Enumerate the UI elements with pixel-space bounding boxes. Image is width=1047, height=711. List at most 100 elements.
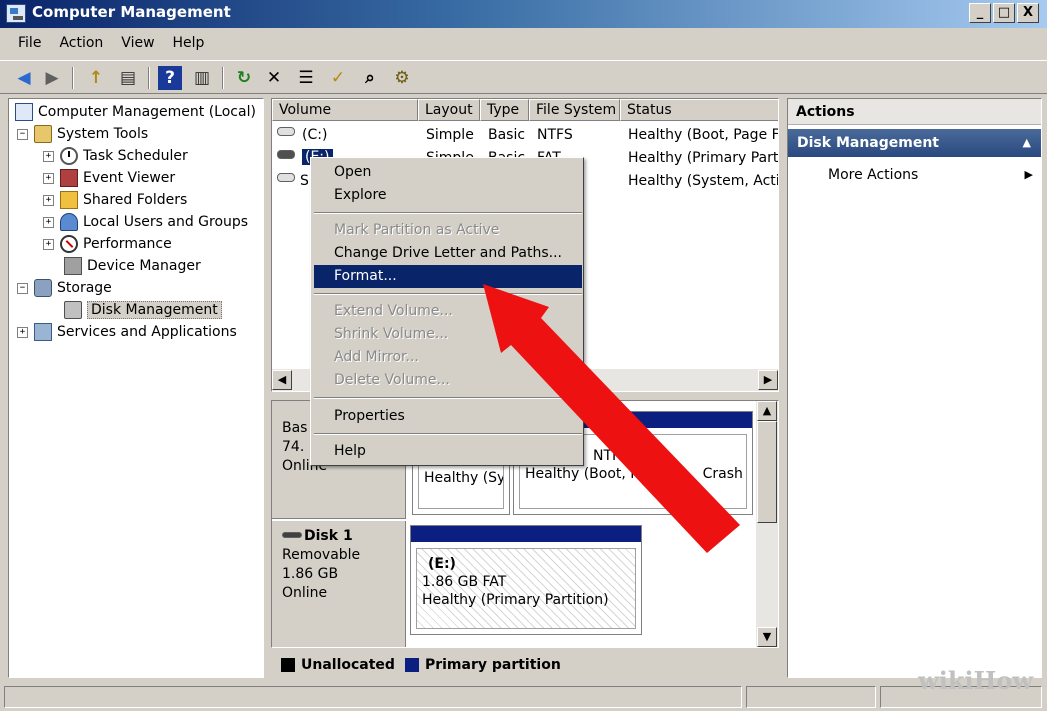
removable-drive-icon [282, 532, 302, 538]
column-header-status[interactable]: Status [620, 99, 778, 121]
more-actions-item[interactable]: More Actions ▶ [828, 167, 1033, 183]
tree-item-label: Storage [57, 280, 112, 296]
delete-icon[interactable]: ✕ [262, 66, 286, 90]
status-segment [4, 686, 742, 708]
wikihow-watermark: wikiHow [918, 666, 1033, 695]
tree-item-local-users[interactable]: + Local Users and Groups [43, 212, 248, 232]
show-hide-pane-icon[interactable]: ▥ [190, 66, 214, 90]
scroll-down-button[interactable]: ▼ [757, 627, 777, 647]
tree-item-performance[interactable]: + Performance [43, 234, 172, 254]
menu-file[interactable]: File [0, 35, 50, 51]
scroll-up-button[interactable]: ▲ [757, 401, 777, 421]
submenu-arrow-icon: ▶ [1024, 168, 1033, 181]
expand-icon[interactable]: + [43, 194, 54, 206]
scroll-right-button[interactable]: ▶ [758, 370, 778, 390]
menu-item-open[interactable]: Open [314, 161, 582, 184]
tree-item-task-scheduler[interactable]: + Task Scheduler [43, 146, 188, 166]
drive-icon [277, 173, 295, 182]
tree-item-label: Services and Applications [57, 324, 237, 340]
disk-1-status: Online [282, 585, 328, 601]
tree-item-device-manager[interactable]: Device Manager [64, 256, 201, 276]
tree-item-label: Event Viewer [83, 170, 176, 186]
disk-1-info[interactable]: Disk 1 Removable 1.86 GB Online [272, 521, 406, 647]
tree-item-shared-folders[interactable]: + Shared Folders [43, 190, 187, 210]
menu-action[interactable]: Action [50, 35, 112, 51]
export-list-icon[interactable]: ☰ [294, 66, 318, 90]
legend-unallocated: Unallocated [301, 656, 395, 673]
menu-item-mark-active: Mark Partition as Active [334, 222, 500, 238]
menu-item-help[interactable]: Help [314, 440, 582, 463]
refresh-icon[interactable]: ↻ [232, 66, 256, 90]
actions-section-disk-management[interactable]: Disk Management ▲ [788, 129, 1041, 157]
menu-item-explore[interactable]: Explore [314, 184, 582, 207]
expand-icon[interactable]: + [43, 150, 54, 162]
window-title: Computer Management [32, 3, 231, 21]
maximize-button[interactable]: □ [993, 3, 1015, 23]
back-arrow-icon[interactable]: ◀ [12, 66, 36, 90]
help-icon[interactable]: ? [158, 66, 182, 90]
up-folder-icon[interactable]: ↑ [84, 66, 108, 90]
tree-item-event-viewer[interactable]: + Event Viewer [43, 168, 175, 188]
settings-icon[interactable]: ⚙ [390, 66, 414, 90]
disk-icon [64, 301, 82, 319]
device-manager-icon [64, 257, 82, 275]
menu-separator [314, 397, 582, 399]
tree-item-label: Local Users and Groups [83, 214, 249, 230]
computer-management-icon [6, 4, 26, 23]
tree-item-storage[interactable]: − Storage [17, 278, 112, 298]
partition-e[interactable]: (E:) 1.86 GB FAT Healthy (Primary Partit… [410, 525, 642, 635]
menu-item-add-mirror: Add Mirror... [334, 349, 419, 365]
tree-item-system-tools[interactable]: − System Tools [17, 124, 148, 144]
menu-view[interactable]: View [112, 35, 163, 51]
removable-drive-icon [277, 150, 295, 159]
toolbar-separator [72, 67, 74, 89]
scroll-left-button[interactable]: ◀ [272, 370, 292, 390]
tree-item-label: Device Manager [87, 258, 201, 274]
minimize-button[interactable]: _ [969, 3, 991, 23]
status-segment [746, 686, 876, 708]
expand-icon[interactable]: + [17, 326, 28, 338]
column-header-volume[interactable]: Volume [272, 99, 418, 121]
menu-item-properties[interactable]: Properties [314, 405, 582, 428]
menu-item-shrink-volume: Shrink Volume... [334, 326, 449, 342]
column-header-type[interactable]: Type [480, 99, 529, 121]
collapse-icon[interactable]: − [17, 282, 28, 294]
search-icon[interactable]: ⌕ [358, 66, 382, 90]
status-bar [0, 683, 1047, 711]
expand-icon[interactable]: + [43, 216, 54, 228]
expand-icon[interactable]: + [43, 238, 54, 250]
column-header-layout[interactable]: Layout [418, 99, 480, 121]
tree-item-root[interactable]: Computer Management (Local) [15, 102, 256, 122]
forward-arrow-icon[interactable]: ▶ [40, 66, 64, 90]
scroll-thumb[interactable] [757, 421, 777, 523]
menu-separator [314, 433, 582, 435]
actions-pane: Actions Disk Management ▲ More Actions ▶ [787, 98, 1042, 678]
collapse-icon[interactable]: ▲ [1023, 129, 1031, 157]
users-icon [60, 213, 78, 231]
properties-icon[interactable]: ▤ [116, 66, 140, 90]
partition-header [411, 526, 641, 542]
legend-primary: Primary partition [424, 656, 561, 673]
menu-help[interactable]: Help [164, 35, 214, 51]
close-button[interactable]: X [1017, 3, 1039, 23]
tree-item-disk-management[interactable]: Disk Management [64, 300, 222, 320]
menu-item-change-drive-letter[interactable]: Change Drive Letter and Paths... [314, 242, 582, 265]
open-folder-icon[interactable]: ✓ [326, 66, 350, 90]
partition-status: Healthy (Boot, Page [525, 466, 665, 482]
collapse-icon[interactable]: − [17, 128, 28, 140]
tree-item-services[interactable]: + Services and Applications [17, 322, 237, 342]
shared-folder-icon [60, 191, 78, 209]
menu-item-extend-volume: Extend Volume... [334, 303, 453, 319]
table-row[interactable]: (C:) Simple Basic NTFS Healthy (Boot, Pa… [272, 124, 778, 147]
context-menu: Open Explore Mark Partition as Active Ch… [310, 157, 584, 466]
computer-management-icon [15, 103, 33, 121]
vertical-scrollbar[interactable]: ▲ ▼ [756, 401, 778, 647]
column-header-file-system[interactable]: File System [529, 99, 620, 121]
expand-icon[interactable]: + [43, 172, 54, 184]
actions-header: Actions [788, 99, 1041, 125]
menu-item-format[interactable]: Format... [314, 265, 582, 288]
toolbar: ◀ ▶ ↑ ▤ ? ▥ ↻ ✕ ☰ ✓ ⌕ ⚙ [0, 60, 1047, 94]
event-viewer-icon [60, 169, 78, 187]
performance-gauge-icon [60, 235, 78, 253]
menu-bar: File Action View Help [0, 28, 1047, 58]
